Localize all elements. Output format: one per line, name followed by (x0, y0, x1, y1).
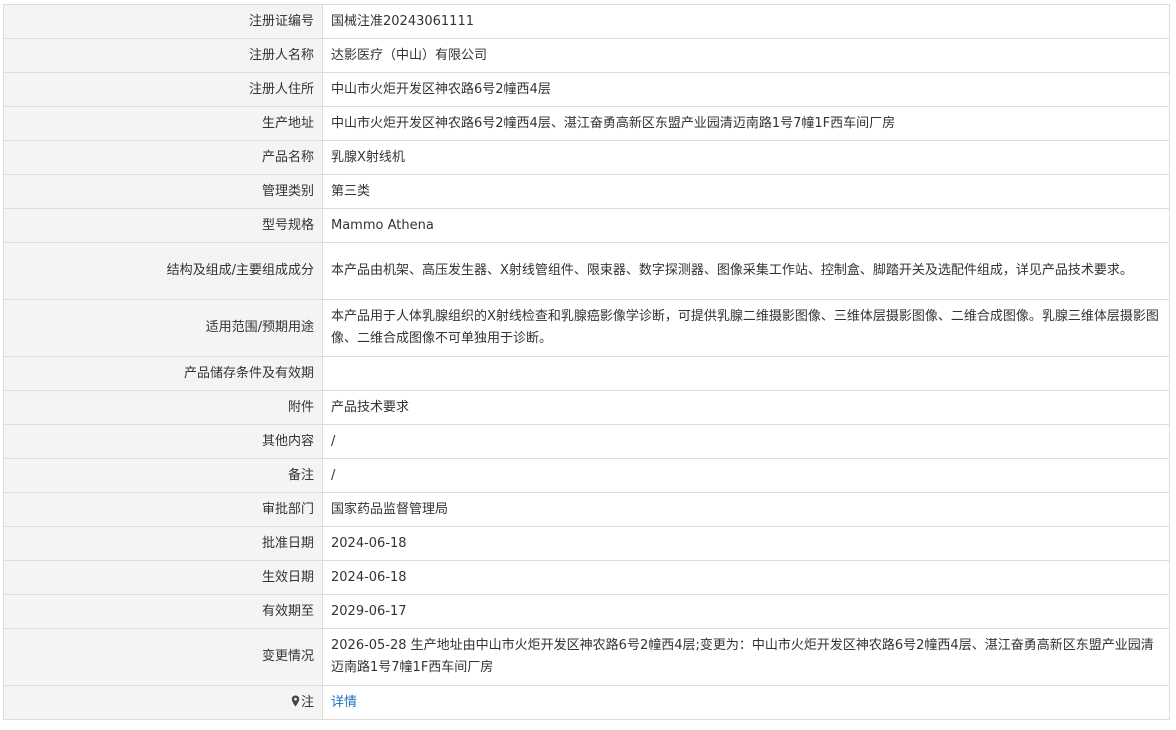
field-label: 产品名称 (3, 140, 323, 175)
field-value: / (322, 424, 1170, 459)
row-valid-until: 有效期至 2029-06-17 (3, 594, 1170, 629)
field-value: / (322, 458, 1170, 493)
field-value: 详情 (322, 685, 1170, 720)
field-value: Mammo Athena (322, 208, 1170, 243)
row-other-content: 其他内容 / (3, 424, 1170, 459)
field-label: 注 (3, 685, 323, 720)
row-storage-validity: 产品储存条件及有效期 (3, 356, 1170, 391)
field-label: 附件 (3, 390, 323, 425)
row-structure-composition: 结构及组成/主要组成成分 本产品由机架、高压发生器、X射线管组件、限束器、数字探… (3, 242, 1170, 300)
row-note: 注 详情 (3, 685, 1170, 720)
field-label: 注册人住所 (3, 72, 323, 107)
row-intended-use: 适用范围/预期用途 本产品用于人体乳腺组织的X射线检查和乳腺癌影像学诊断，可提供… (3, 299, 1170, 357)
row-registrant-address: 注册人住所 中山市火炬开发区神农路6号2幢西4层 (3, 72, 1170, 107)
field-label: 管理类别 (3, 174, 323, 209)
row-approval-department: 审批部门 国家药品监督管理局 (3, 492, 1170, 527)
row-model-spec: 型号规格 Mammo Athena (3, 208, 1170, 243)
field-value: 第三类 (322, 174, 1170, 209)
field-label: 变更情况 (3, 628, 323, 686)
field-label: 审批部门 (3, 492, 323, 527)
row-approval-date: 批准日期 2024-06-18 (3, 526, 1170, 561)
note-label: 注 (300, 694, 314, 710)
row-production-address: 生产地址 中山市火炬开发区神农路6号2幢西4层、湛江奋勇高新区东盟产业园清迈南路… (3, 106, 1170, 141)
field-label: 生产地址 (3, 106, 323, 141)
field-value: 2024-06-18 (322, 526, 1170, 561)
field-label: 生效日期 (3, 560, 323, 595)
field-label: 适用范围/预期用途 (3, 299, 323, 357)
row-change-history: 变更情况 2026-05-28 生产地址由中山市火炬开发区神农路6号2幢西4层;… (3, 628, 1170, 686)
field-value: 国械注准20243061111 (322, 4, 1170, 39)
field-value: 中山市火炬开发区神农路6号2幢西4层、湛江奋勇高新区东盟产业园清迈南路1号7幢1… (322, 106, 1170, 141)
field-label: 型号规格 (3, 208, 323, 243)
field-value: 产品技术要求 (322, 390, 1170, 425)
field-label: 注册人名称 (3, 38, 323, 73)
field-label: 备注 (3, 458, 323, 493)
field-value: 乳腺X射线机 (322, 140, 1170, 175)
field-value: 2024-06-18 (322, 560, 1170, 595)
row-effective-date: 生效日期 2024-06-18 (3, 560, 1170, 595)
field-value (322, 356, 1170, 391)
field-value: 本产品用于人体乳腺组织的X射线检查和乳腺癌影像学诊断，可提供乳腺二维摄影图像、三… (322, 299, 1170, 357)
field-value: 国家药品监督管理局 (322, 492, 1170, 527)
registration-info-table: 注册证编号 国械注准20243061111 注册人名称 达影医疗（中山）有限公司… (3, 4, 1170, 720)
field-label: 有效期至 (3, 594, 323, 629)
row-registration-number: 注册证编号 国械注准20243061111 (3, 4, 1170, 39)
field-value: 2026-05-28 生产地址由中山市火炬开发区神农路6号2幢西4层;变更为：中… (322, 628, 1170, 686)
field-label: 其他内容 (3, 424, 323, 459)
field-label: 注册证编号 (3, 4, 323, 39)
row-registrant-name: 注册人名称 达影医疗（中山）有限公司 (3, 38, 1170, 73)
field-label: 产品储存条件及有效期 (3, 356, 323, 391)
field-value: 达影医疗（中山）有限公司 (322, 38, 1170, 73)
field-label: 批准日期 (3, 526, 323, 561)
field-value: 本产品由机架、高压发生器、X射线管组件、限束器、数字探测器、图像采集工作站、控制… (322, 242, 1170, 300)
details-link[interactable]: 详情 (331, 695, 357, 710)
field-label: 结构及组成/主要组成成分 (3, 242, 323, 300)
row-remarks: 备注 / (3, 458, 1170, 493)
row-management-category: 管理类别 第三类 (3, 174, 1170, 209)
row-product-name: 产品名称 乳腺X射线机 (3, 140, 1170, 175)
map-pin-icon (291, 695, 300, 706)
field-value: 2029-06-17 (322, 594, 1170, 629)
field-value: 中山市火炬开发区神农路6号2幢西4层 (322, 72, 1170, 107)
registration-info-panel: 注册证编号 国械注准20243061111 注册人名称 达影医疗（中山）有限公司… (3, 4, 1170, 720)
row-attachment: 附件 产品技术要求 (3, 390, 1170, 425)
